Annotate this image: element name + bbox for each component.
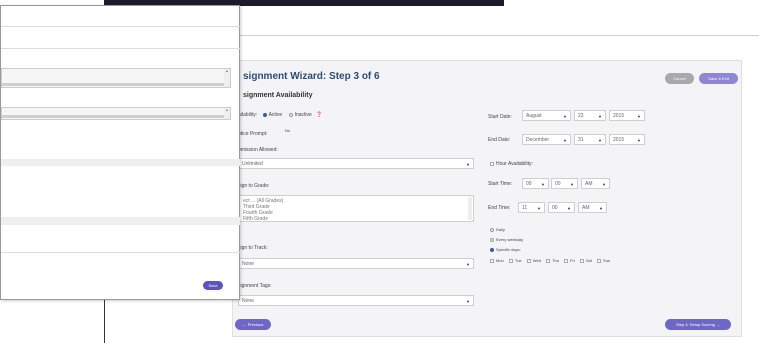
divider: [1, 48, 240, 49]
start-time-label: Start Time:: [488, 181, 513, 187]
weekday-radio-option[interactable]: Every weekday: [490, 237, 523, 242]
input-placeholder: ....: [4, 109, 8, 113]
chevron-down-icon: ▼: [637, 114, 641, 119]
field-inner: [2, 83, 224, 86]
submission-allowed-select[interactable]: Unlimited ▼: [238, 158, 474, 169]
hour-availability-checkbox[interactable]: Hour Availability:: [490, 161, 533, 167]
end-day-select[interactable]: 31 ▼: [574, 134, 606, 145]
end-time-label: End Time:: [488, 205, 511, 211]
divider: [240, 35, 759, 36]
field-inner: [2, 115, 224, 118]
chevron-down-icon: ▼: [637, 138, 641, 143]
end-hour-select[interactable]: 11 ▼: [518, 202, 545, 213]
grade-multiselect[interactable]: ect ... (All Grades) Third Grade Fourth …: [238, 195, 474, 222]
chevron-down-icon: ▼: [598, 114, 602, 119]
chevron-down-icon: ▼: [466, 299, 470, 304]
modal-input-field[interactable]: .... ▲: [1, 107, 231, 120]
checkbox-icon: [546, 258, 551, 263]
inactive-radio-option[interactable]: Inactive: [288, 112, 312, 118]
section-title: signment Availability: [243, 92, 313, 99]
divider: [1, 26, 240, 27]
chevron-down-icon: ▼: [599, 206, 603, 211]
chevron-down-icon: ▼: [598, 138, 602, 143]
active-radio-option[interactable]: Active: [262, 112, 282, 118]
assignment-tags-label: signment Tags:: [238, 283, 272, 289]
chevron-down-icon: ▼: [570, 182, 574, 187]
end-year-select[interactable]: 2015 ▼: [609, 134, 645, 145]
start-year-select[interactable]: 2015 ▼: [609, 110, 645, 121]
next-step-button[interactable]: Step 4: Setup Scoring →: [665, 319, 731, 330]
day-checkbox-thu[interactable]: Thu: [546, 258, 559, 263]
chevron-down-icon: ▼: [563, 138, 567, 143]
start-minute-select[interactable]: 00 ▼: [551, 178, 578, 189]
cancel-button[interactable]: Cancel: [665, 73, 694, 84]
daily-radio-option[interactable]: Daily: [490, 227, 505, 232]
modal-dialog: ▲ .... ▲ Save: [0, 5, 240, 300]
checkbox-icon: [564, 258, 569, 263]
radio-selected-icon: [262, 112, 267, 117]
start-day-select[interactable]: 23 ▼: [574, 110, 606, 121]
day-checkbox-wed[interactable]: Wed: [526, 258, 541, 263]
radio-icon: [288, 112, 293, 117]
chevron-down-icon: ▼: [466, 262, 470, 267]
assign-track-label: sign to Track:: [238, 245, 268, 251]
chevron-down-icon: ▼: [466, 162, 470, 167]
previous-button[interactable]: ← Previous: [235, 319, 271, 330]
chevron-down-icon: ▼: [541, 182, 545, 187]
scrollbar[interactable]: [468, 197, 472, 220]
start-date-label: Start Date:: [488, 114, 512, 120]
end-ampm-select[interactable]: AM ▼: [578, 202, 607, 213]
chevron-down-icon: ▼: [537, 206, 541, 211]
start-hour-select[interactable]: 09 ▼: [522, 178, 549, 189]
days-checkbox-row: Mon Tue Wed Thu Fri Sat Sun: [490, 258, 610, 263]
submission-allowed-label: bmission Allowed:: [238, 147, 278, 153]
chevron-down-icon: ▼: [563, 114, 567, 119]
tags-select[interactable]: None ▼: [238, 295, 474, 306]
checkbox-icon: [579, 258, 584, 263]
assignment-wizard-panel: signment Wizard: Step 3 of 6 Cancel Save…: [232, 60, 742, 337]
day-checkbox-tue[interactable]: Tue: [508, 258, 522, 263]
checkbox-icon: [490, 161, 494, 166]
radio-icon: [490, 237, 494, 242]
start-month-select[interactable]: August ▼: [522, 110, 571, 121]
divider: [104, 300, 105, 343]
modal-select-field[interactable]: ▲: [1, 68, 231, 88]
radio-icon: [490, 227, 494, 232]
save-exit-button[interactable]: Save & Exit: [699, 73, 738, 84]
modal-row-band: [1, 159, 240, 166]
notice-prompt-label: otice Prompt:: [238, 131, 268, 137]
day-checkbox-mon[interactable]: Mon: [490, 258, 504, 263]
day-checkbox-sun[interactable]: Sun: [597, 258, 610, 263]
checkbox-icon: [597, 258, 602, 263]
chevron-up-icon: ▲: [224, 108, 230, 119]
day-checkbox-sat[interactable]: Sat: [579, 258, 592, 263]
list-item[interactable]: Fifth Grade: [243, 216, 469, 221]
start-ampm-select[interactable]: AM ▼: [581, 178, 610, 189]
day-checkbox-fri[interactable]: Fri: [564, 258, 575, 263]
divider: [1, 252, 240, 253]
end-minute-select[interactable]: 00 ▼: [548, 202, 575, 213]
help-icon[interactable]: ❓: [316, 112, 322, 118]
checkbox-icon: [490, 258, 494, 263]
chevron-down-icon: ▼: [602, 182, 606, 187]
checkbox-icon: [526, 258, 531, 263]
page-title: signment Wizard: Step 3 of 6: [243, 71, 380, 82]
chevron-up-icon: ▲: [224, 69, 230, 87]
notice-prompt-value: No: [285, 128, 291, 133]
modal-row-band: [1, 217, 240, 225]
assign-grade-label: sign to Grade:: [238, 183, 270, 189]
radio-selected-icon: [490, 247, 494, 252]
end-date-label: End Date:: [488, 137, 511, 143]
end-month-select[interactable]: December ▼: [522, 134, 571, 145]
checkbox-icon: [508, 258, 513, 263]
availability-row: ailability: Active Inactive ❓: [238, 112, 322, 118]
track-select[interactable]: None ▼: [238, 258, 474, 269]
specific-days-radio-option[interactable]: Specific days:: [490, 247, 521, 252]
availability-label: ailability:: [238, 112, 258, 118]
modal-save-button[interactable]: Save: [203, 281, 223, 290]
chevron-down-icon: ▼: [567, 206, 571, 211]
